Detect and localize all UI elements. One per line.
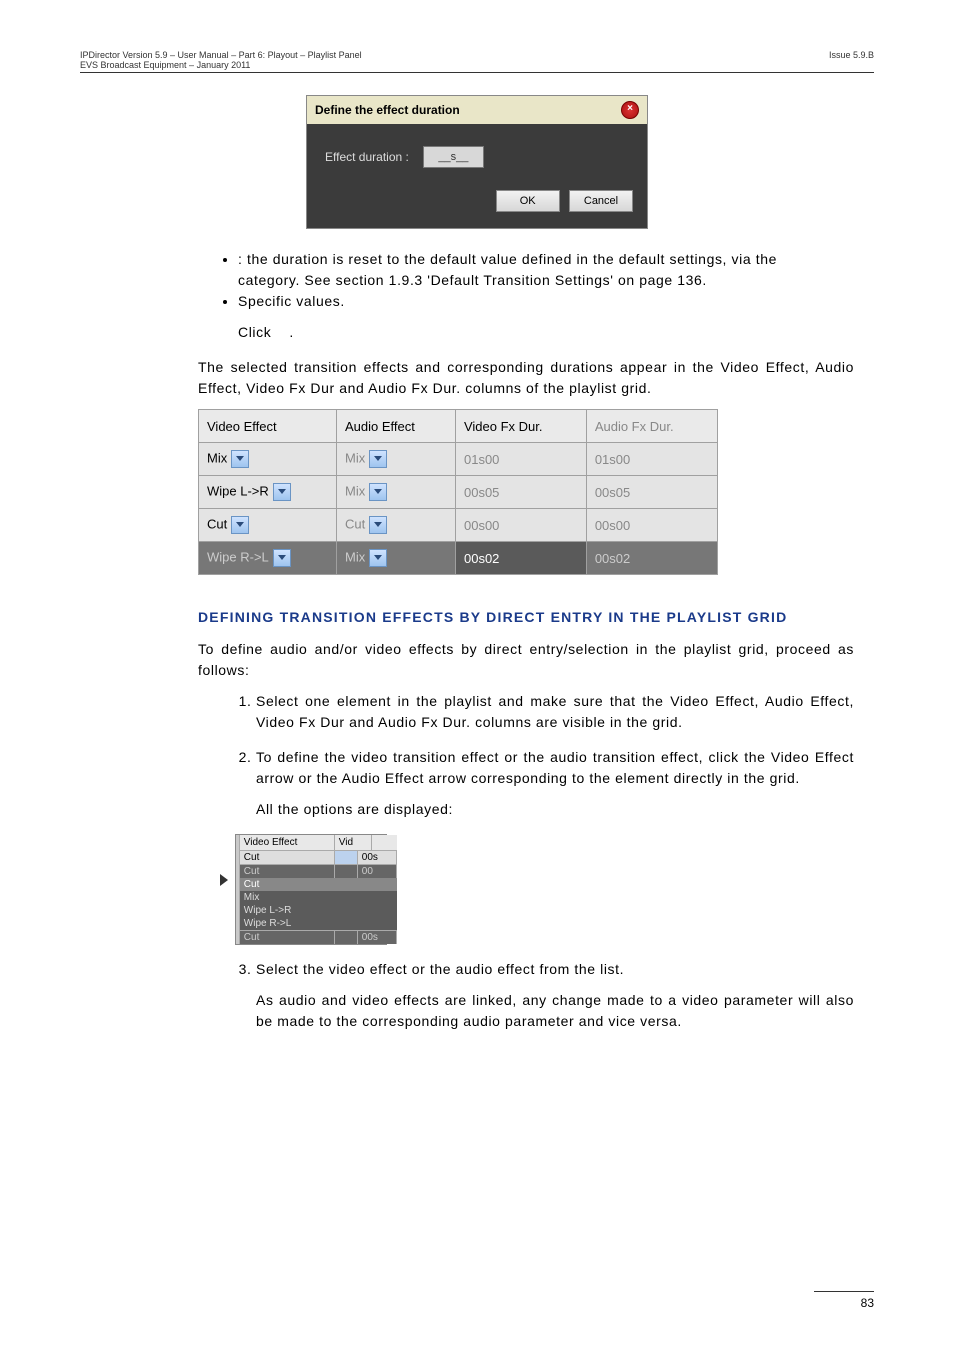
chevron-down-icon[interactable]	[369, 450, 387, 468]
chevron-down-icon[interactable]	[231, 450, 249, 468]
table-row-selected[interactable]: Wipe R->L Mix 00s02 00s02	[199, 542, 718, 575]
section-title: DEFINING TRANSITION EFFECTS BY DIRECT EN…	[198, 609, 874, 625]
step-2: To define the video transition effect or…	[256, 747, 854, 820]
video-effect-dropdown-illustration: Video Effect Vid Cut00s Cut00 Cut Mix Wi…	[235, 834, 387, 945]
bullet-default-value: : the duration is reset to the default v…	[238, 249, 854, 291]
effect-duration-input[interactable]	[423, 146, 484, 168]
ok-button[interactable]: OK	[496, 190, 560, 212]
chevron-down-icon[interactable]	[335, 931, 358, 944]
chevron-down-icon[interactable]	[369, 483, 387, 501]
after-paragraph: The selected transition effects and corr…	[198, 357, 854, 399]
section-intro: To define audio and/or video effects by …	[198, 639, 854, 681]
page-header: IPDirector Version 5.9 – User Manual – P…	[80, 50, 874, 70]
chevron-down-icon[interactable]	[369, 549, 387, 567]
page-footer: 83	[814, 1291, 874, 1310]
col-video-effect: Video Effect	[199, 410, 337, 443]
chevron-down-icon[interactable]	[369, 516, 387, 534]
step-3: Select the video effect or the audio eff…	[256, 959, 854, 1032]
col-audio-effect: Audio Effect	[337, 410, 456, 443]
effect-duration-label: Effect duration :	[325, 150, 409, 164]
header-issue: Issue 5.9.B	[829, 50, 874, 70]
step-1: Select one element in the playlist and m…	[256, 691, 854, 733]
col-audio-fx-dur: Audio Fx Dur.	[586, 410, 717, 443]
table-row[interactable]: Mix Mix 01s00 01s00	[199, 443, 718, 476]
close-icon[interactable]: ×	[621, 101, 639, 119]
effects-table: Video Effect Audio Effect Video Fx Dur. …	[198, 409, 718, 575]
play-marker-icon	[220, 874, 228, 886]
page-number: 83	[814, 1296, 874, 1310]
chevron-down-icon[interactable]	[273, 549, 291, 567]
dropdown-list[interactable]: Cut Mix Wipe L->R Wipe R->L	[240, 878, 397, 930]
chevron-down-icon[interactable]	[273, 483, 291, 501]
table-row[interactable]: Wipe L->R Mix 00s05 00s05	[199, 476, 718, 509]
header-line2: EVS Broadcast Equipment – January 2011	[80, 60, 362, 70]
click-instruction: Click .	[238, 322, 854, 343]
cancel-button[interactable]: Cancel	[569, 190, 633, 212]
chevron-down-icon[interactable]	[335, 865, 358, 878]
header-line1: IPDirector Version 5.9 – User Manual – P…	[80, 50, 362, 60]
effect-duration-dialog: Define the effect duration × Effect dura…	[306, 95, 648, 229]
dialog-title: Define the effect duration	[315, 103, 460, 117]
table-row[interactable]: Cut Cut 00s00 00s00	[199, 509, 718, 542]
chevron-down-icon[interactable]	[231, 516, 249, 534]
bullet-specific-values: Specific values.	[238, 291, 854, 312]
col-video-fx-dur: Video Fx Dur.	[455, 410, 586, 443]
chevron-down-icon[interactable]	[335, 851, 358, 864]
header-rule	[80, 72, 874, 73]
